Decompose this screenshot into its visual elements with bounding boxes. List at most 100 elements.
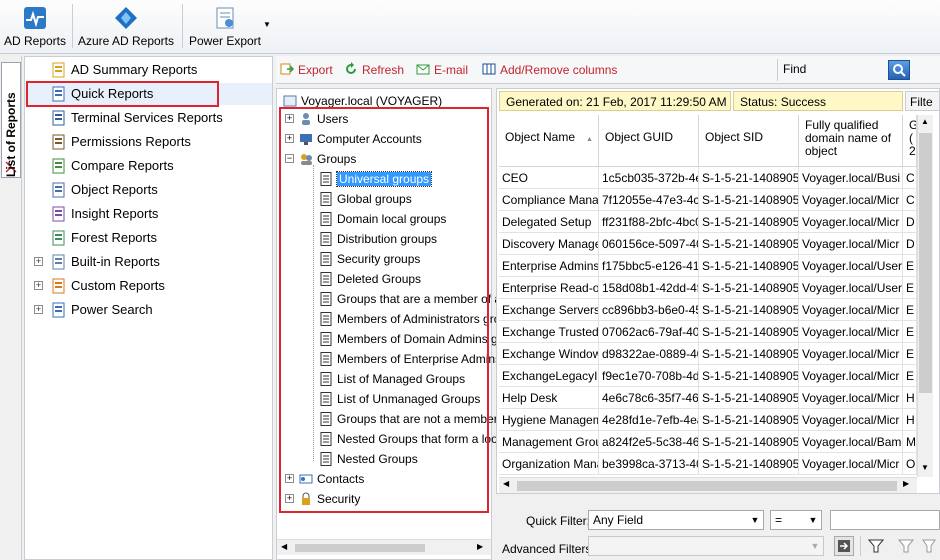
nav-item-permissions-reports[interactable]: Permissions Reports: [25, 131, 272, 153]
filter-icon[interactable]: [868, 538, 884, 554]
table-cell[interactable]: be3998ca-3713-40: [599, 453, 699, 475]
table-cell[interactable]: Exchange Servers: [499, 299, 599, 321]
power-export-button[interactable]: Power Export: [186, 2, 264, 50]
expand-icon[interactable]: +: [34, 305, 43, 314]
table-cell[interactable]: E: [903, 255, 917, 277]
ad-reports-button[interactable]: AD Reports: [2, 2, 68, 50]
scroll-up-icon[interactable]: ▲: [921, 117, 929, 126]
filter-add-icon[interactable]: [898, 538, 914, 554]
apply-filter-button[interactable]: [834, 536, 854, 556]
table-cell[interactable]: Enterprise Admins: [499, 255, 599, 277]
nav-item-ad-summary-reports[interactable]: AD Summary Reports: [25, 59, 272, 81]
table-cell[interactable]: Hygiene Manageme: [499, 409, 599, 431]
table-cell[interactable]: Voyager.local/Micr: [799, 343, 903, 365]
table-cell[interactable]: S-1-5-21-14089056: [699, 453, 799, 475]
table-cell[interactable]: f9ec1e70-708b-4d1: [599, 365, 699, 387]
table-cell[interactable]: Compliance Manag: [499, 189, 599, 211]
table-cell[interactable]: Voyager.local/Micr: [799, 233, 903, 255]
table-cell[interactable]: Exchange Windows: [499, 343, 599, 365]
nav-item-custom-reports[interactable]: + Custom Reports: [25, 275, 272, 297]
filter-clear-icon[interactable]: [922, 538, 936, 554]
table-cell[interactable]: S-1-5-21-14089056: [699, 387, 799, 409]
table-cell[interactable]: Organization Mana: [499, 453, 599, 475]
table-cell[interactable]: S-1-5-21-14089056: [699, 233, 799, 255]
table-cell[interactable]: S-1-5-21-14089056: [699, 343, 799, 365]
grid-horizontal-scrollbar[interactable]: ◀ ▶: [499, 477, 917, 493]
column-header[interactable]: Object SID: [699, 115, 799, 167]
scroll-right-icon[interactable]: ▶: [477, 542, 483, 551]
table-cell[interactable]: Voyager.local/Micr: [799, 299, 903, 321]
advanced-filters-select[interactable]: ▼: [588, 536, 824, 556]
table-cell[interactable]: S-1-5-21-14089056: [699, 409, 799, 431]
table-cell[interactable]: S-1-5-21-14089056: [699, 299, 799, 321]
table-cell[interactable]: E: [903, 299, 917, 321]
grid-vertical-scrollbar[interactable]: ▲ ▼: [917, 115, 933, 477]
azure-ad-reports-button[interactable]: Azure AD Reports: [76, 2, 176, 50]
grid-hscroll-thumb[interactable]: [517, 481, 897, 491]
table-cell[interactable]: 060156ce-5097-40c: [599, 233, 699, 255]
table-cell[interactable]: Voyager.local/Micr: [799, 211, 903, 233]
table-cell[interactable]: D: [903, 233, 917, 255]
table-cell[interactable]: S-1-5-21-14089056: [699, 255, 799, 277]
nav-item-built-in-reports[interactable]: + Built-in Reports: [25, 251, 272, 273]
table-cell[interactable]: Help Desk: [499, 387, 599, 409]
table-cell[interactable]: C: [903, 189, 917, 211]
table-cell[interactable]: O: [903, 453, 917, 475]
table-cell[interactable]: 158d08b1-42dd-4f: [599, 277, 699, 299]
table-cell[interactable]: S-1-5-21-14089056: [699, 365, 799, 387]
column-header[interactable]: G ( 2: [903, 115, 917, 167]
scroll-right-icon[interactable]: ▶: [903, 479, 909, 488]
column-header[interactable]: Object GUID: [599, 115, 699, 167]
table-cell[interactable]: Voyager.local/Busi: [799, 167, 903, 189]
table-cell[interactable]: Voyager.local/User: [799, 277, 903, 299]
tree-horizontal-scrollbar[interactable]: ◀ ▶: [277, 539, 491, 555]
find-button[interactable]: [888, 60, 910, 80]
table-cell[interactable]: Voyager.local/Bam: [799, 431, 903, 453]
column-header[interactable]: Fully qualified domain name of object: [799, 115, 903, 167]
table-cell[interactable]: H: [903, 409, 917, 431]
table-cell[interactable]: D: [903, 211, 917, 233]
table-cell[interactable]: a824f2e5-5c38-461: [599, 431, 699, 453]
table-cell[interactable]: Voyager.local/Micr: [799, 453, 903, 475]
nav-item-terminal-services-reports[interactable]: Terminal Services Reports: [25, 107, 272, 129]
power-export-dropdown-icon[interactable]: ▼: [263, 20, 271, 29]
table-cell[interactable]: S-1-5-21-14089056: [699, 167, 799, 189]
tree-hscroll-thumb[interactable]: [295, 544, 425, 552]
expand-icon[interactable]: +: [34, 257, 43, 266]
table-cell[interactable]: S-1-5-21-14089056: [699, 277, 799, 299]
nav-item-insight-reports[interactable]: Insight Reports: [25, 203, 272, 225]
table-cell[interactable]: Voyager.local/Micr: [799, 189, 903, 211]
table-cell[interactable]: CEO: [499, 167, 599, 189]
table-cell[interactable]: Voyager.local/Micr: [799, 387, 903, 409]
table-cell[interactable]: E: [903, 343, 917, 365]
add-remove-columns-button[interactable]: Add/Remove columns: [482, 62, 617, 77]
nav-item-object-reports[interactable]: Object Reports: [25, 179, 272, 201]
table-cell[interactable]: Discovery Manager: [499, 233, 599, 255]
filter-info[interactable]: Filte: [905, 91, 939, 111]
email-button[interactable]: E-mail: [416, 62, 468, 77]
table-cell[interactable]: ff231f88-2bfc-4bc0: [599, 211, 699, 233]
nav-item-compare-reports[interactable]: Compare Reports: [25, 155, 272, 177]
table-cell[interactable]: 4e6c78c6-35f7-461: [599, 387, 699, 409]
table-cell[interactable]: cc896bb3-b6e0-45: [599, 299, 699, 321]
nav-item-forest-reports[interactable]: Forest Reports: [25, 227, 272, 249]
table-cell[interactable]: 07062ac6-79af-403: [599, 321, 699, 343]
quick-filter-value-input[interactable]: [830, 510, 940, 530]
scroll-left-icon[interactable]: ◀: [503, 479, 509, 488]
nav-item-power-search[interactable]: + Power Search: [25, 299, 272, 321]
table-cell[interactable]: 4e28fd1e-7efb-4ea: [599, 409, 699, 431]
table-cell[interactable]: Delegated Setup: [499, 211, 599, 233]
table-cell[interactable]: d98322ae-0889-40: [599, 343, 699, 365]
table-cell[interactable]: Management Group: [499, 431, 599, 453]
table-cell[interactable]: Voyager.local/Micr: [799, 365, 903, 387]
column-header[interactable]: Object Name: [499, 115, 599, 167]
scroll-down-icon[interactable]: ▼: [921, 463, 929, 472]
table-cell[interactable]: f175bbc5-e126-41f: [599, 255, 699, 277]
table-cell[interactable]: ExchangeLegacyInt: [499, 365, 599, 387]
export-button[interactable]: Export: [280, 62, 333, 77]
table-cell[interactable]: E: [903, 365, 917, 387]
quick-filter-field-select[interactable]: Any Field ▼: [588, 510, 764, 530]
table-cell[interactable]: 7f12055e-47e3-4ce: [599, 189, 699, 211]
table-cell[interactable]: Voyager.local/Micr: [799, 321, 903, 343]
quick-filter-operator-select[interactable]: = ▼: [770, 510, 822, 530]
